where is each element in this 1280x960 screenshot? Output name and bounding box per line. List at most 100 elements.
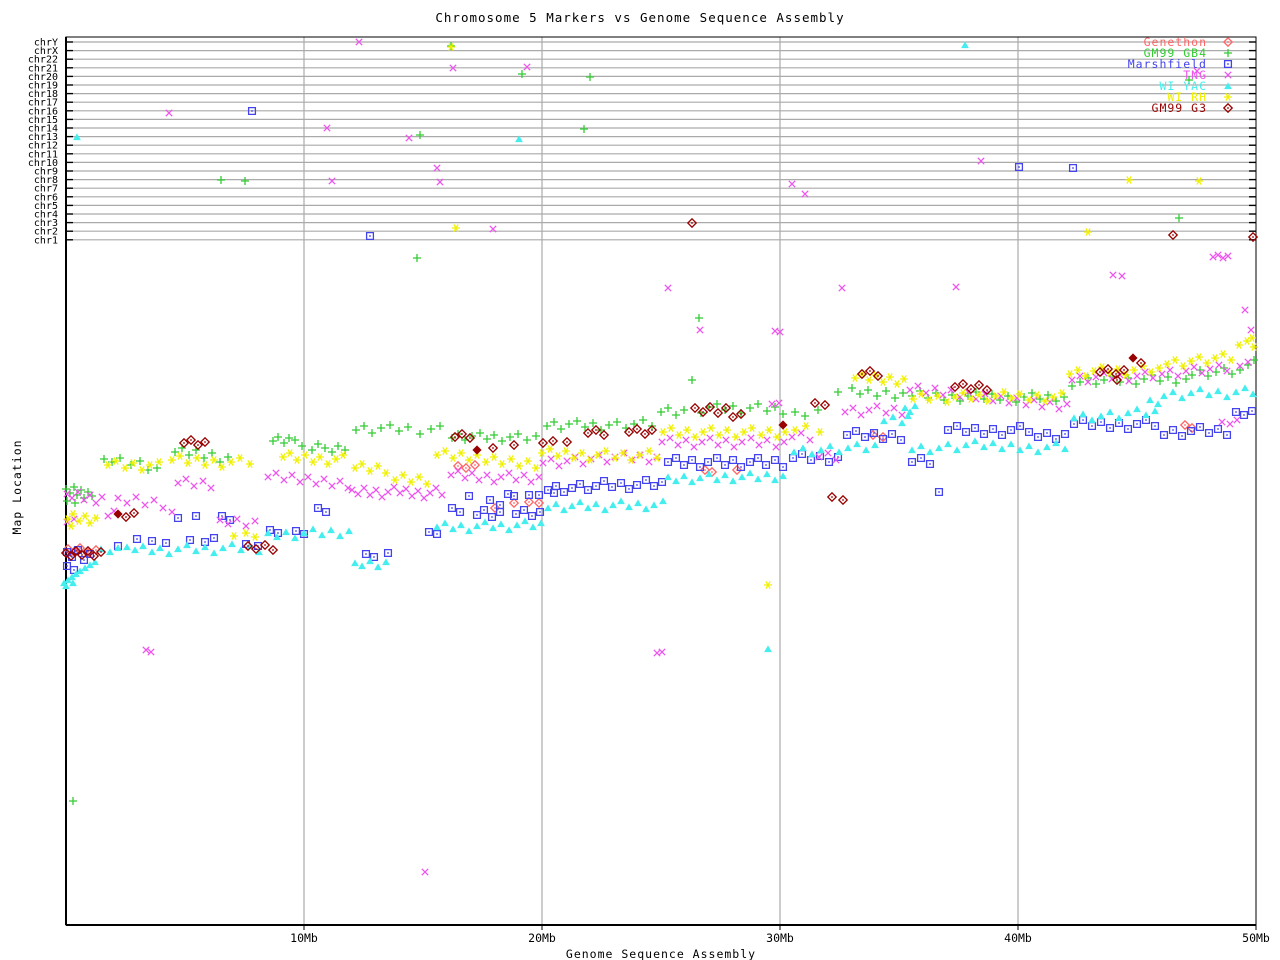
scatter-point-tng [738, 438, 746, 446]
scatter-point-tng [1055, 405, 1063, 413]
scatter-point-marshfield [579, 483, 581, 485]
scatter-point-gm99-g3 [831, 496, 833, 498]
scatter-point-wi-yac [953, 446, 961, 454]
scatter-point-gm99-gb4 [664, 404, 672, 412]
scatter-point-marshfield [882, 438, 884, 440]
scatter-point-gm99-gb4 [395, 427, 403, 435]
scatter-point-marshfield [165, 542, 167, 544]
scatter-point-tng [432, 484, 440, 492]
scatter-point-tng [857, 411, 865, 419]
scatter-point-marshfield [489, 499, 491, 501]
scatter-point-wi-yac [219, 544, 227, 552]
legend-marker [1227, 41, 1229, 43]
scatter-point-marshfield [1226, 434, 1228, 436]
scatter-point-tng [1149, 374, 1157, 382]
scatter-point-marshfield [716, 457, 718, 459]
scatter-point-gm99-g3 [702, 411, 704, 413]
scatter-point-tng [706, 434, 714, 442]
scatter-point-wi-yac [165, 550, 173, 558]
scatter-point-gm99-g3 [469, 437, 471, 439]
scatter-point-marshfield [547, 489, 549, 491]
scatter-point-wi-rh [146, 461, 154, 469]
scatter-point-gm99-gb4 [291, 436, 299, 444]
scatter-point-genethon [513, 502, 515, 504]
scatter-point-gm99-g3 [190, 439, 192, 441]
scatter-point-wi-yac [568, 502, 576, 510]
scatter-point-gm99-gb4 [680, 406, 688, 414]
scatter-point-wi-rh [374, 462, 382, 470]
scatter-point-marshfield [499, 504, 501, 506]
scatter-point-gm99-gb4 [360, 422, 368, 430]
scatter-point-marshfield [920, 457, 922, 459]
scatter-point-wi-rh [391, 476, 399, 484]
scatter-point-tng [780, 438, 788, 446]
scatter-point-wi-rh [715, 431, 723, 439]
scatter-point-wi-yac [465, 527, 473, 535]
scatter-point-wi-rh [457, 449, 465, 457]
scatter-point-marshfield [1072, 167, 1074, 169]
scatter-point-tng [512, 476, 520, 484]
scatter-point-marshfield [938, 491, 940, 493]
chart-title: Chromosome 5 Markers vs Genome Sequence … [435, 10, 845, 25]
scatter-point-marshfield [782, 466, 784, 468]
scatter-point-gm99-gb4 [1236, 366, 1244, 374]
scatter-point-wi-yac [1142, 411, 1150, 419]
scatter-point-wi-rh [332, 455, 340, 463]
scatter-point-wi-rh [524, 457, 532, 465]
scatter-point-wi-rh [532, 464, 540, 472]
scatter-point-gm99-gb4 [200, 454, 208, 462]
scatter-point-wi-yac [1124, 409, 1132, 417]
scatter-point-wi-rh [886, 373, 894, 381]
scatter-point-wi-rh [879, 378, 887, 386]
scatter-point-wi-rh [449, 454, 457, 462]
scatter-point-wi-yac [201, 543, 209, 551]
scatter-point-gm99-gb4 [1250, 356, 1258, 364]
scatter-point-wi-yac [650, 501, 658, 509]
scatter-point-tng [433, 164, 441, 172]
scatter-point-marshfield [846, 434, 848, 436]
scatter-point-gm99-g3 [566, 441, 568, 443]
scatter-point-wi-yac [106, 548, 114, 556]
scatter-point-tng [264, 473, 272, 481]
scatter-point-marshfield [499, 511, 501, 513]
scatter-point-tng [682, 436, 690, 444]
scatter-point-wi-rh [407, 478, 415, 486]
scatter-point-wi-rh [465, 456, 473, 464]
scatter-point-tng [763, 436, 771, 444]
scatter-point-wi-rh [415, 473, 423, 481]
scatter-point-marshfield [1082, 419, 1084, 421]
scatter-point-wi-rh [366, 467, 374, 475]
scatter-point-gm99-g3 [1099, 371, 1101, 373]
scatter-point-wi-rh [1187, 357, 1195, 365]
scatter-point-marshfield [177, 517, 179, 519]
scatter-point-wi-rh [1219, 350, 1227, 358]
scatter-point-marshfield [683, 464, 685, 466]
scatter-point-wi-rh [515, 462, 523, 470]
scatter-point-tng [174, 479, 182, 487]
scatter-point-tng [497, 473, 505, 481]
scatter-point-gm99-gb4 [427, 425, 435, 433]
scatter-point-gm99-g3 [454, 436, 456, 438]
scatter-point-gm99-g3 [492, 447, 494, 449]
scatter-point-tng [666, 434, 674, 442]
scatter-point-wi-rh [301, 451, 309, 459]
scatter-point-gm99-gb4 [550, 418, 558, 426]
scatter-point-tng [535, 473, 543, 481]
scatter-point-gm99-g3 [75, 550, 77, 552]
scatter-point-gm99-gb4 [185, 451, 193, 459]
scatter-point-tng [520, 471, 528, 479]
scatter-point-wi-rh [251, 533, 259, 541]
scatter-point-marshfield [724, 464, 726, 466]
scatter-point-wi-yac [1151, 407, 1159, 415]
scatter-point-gm99-gb4 [1140, 375, 1148, 383]
scatter-point-marshfield [459, 511, 461, 513]
scatter-point-tng [372, 486, 380, 494]
scatter-point-wi-rh [86, 519, 94, 527]
scatter-point-tng [1182, 367, 1190, 375]
scatter-point-gm99-gb4 [1172, 379, 1180, 387]
scatter-point-tng [320, 475, 328, 483]
scatter-point-gm99-gb4 [241, 177, 249, 185]
scatter-point-wi-yac [738, 473, 746, 481]
scatter-point-wi-yac [336, 532, 344, 540]
scatter-point-wi-rh [324, 460, 332, 468]
